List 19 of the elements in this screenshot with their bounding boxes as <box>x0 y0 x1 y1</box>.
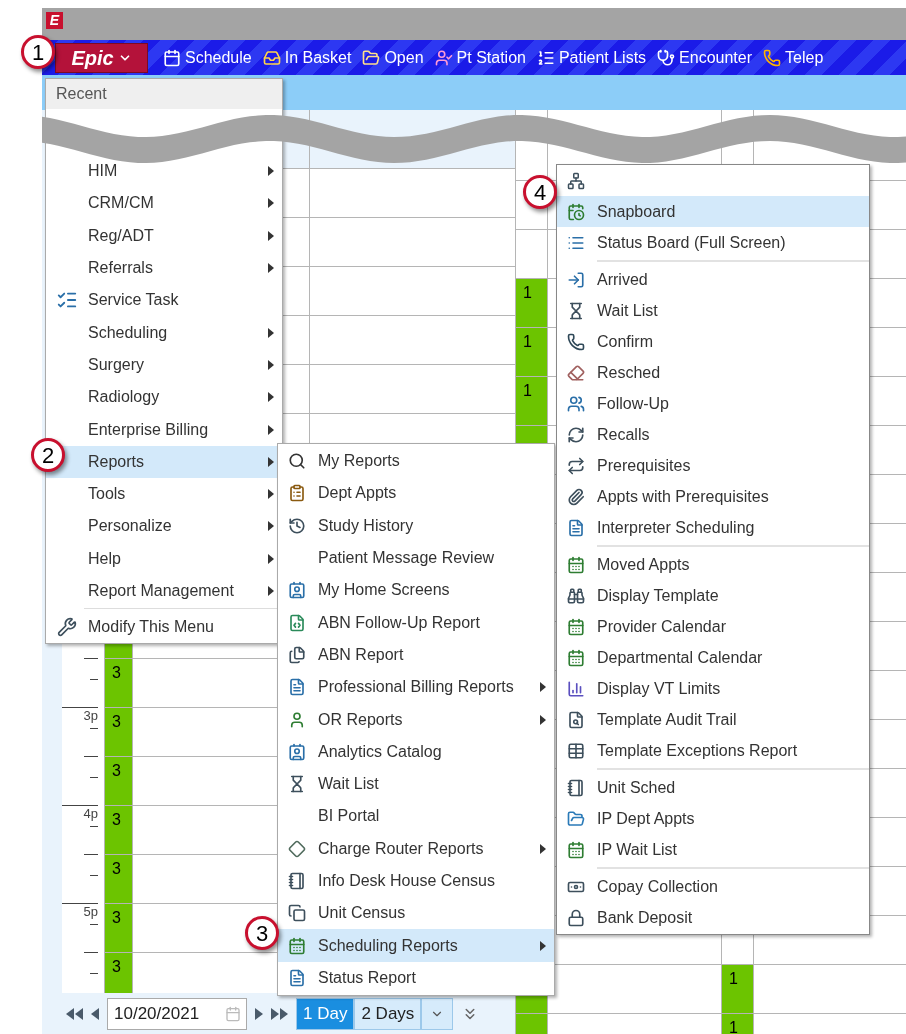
appointment-count: 3 <box>112 664 121 681</box>
appointment-count: 3 <box>112 860 121 877</box>
appointment-count: 1 <box>523 284 532 301</box>
app-logo: E <box>46 12 63 29</box>
time-label: 4p <box>83 806 98 822</box>
appointment-count: 1 <box>729 970 738 987</box>
step-number: 2 <box>31 438 65 472</box>
appointment-count: 3 <box>112 762 121 779</box>
appointment-count: 3 <box>112 909 121 926</box>
appointment-count: 3 <box>112 713 121 730</box>
appointment-count: 3 <box>112 958 121 975</box>
appointment-count: 1 <box>523 382 532 399</box>
appointment-count: 1 <box>729 1019 738 1034</box>
appointment-count: 3 <box>112 811 121 828</box>
time-label: 3p <box>83 708 98 724</box>
appointment-count: 1 <box>523 333 532 350</box>
time-label: 5p <box>83 904 98 920</box>
menu-header: Recent <box>46 79 282 109</box>
step-number: 1 <box>21 35 55 69</box>
